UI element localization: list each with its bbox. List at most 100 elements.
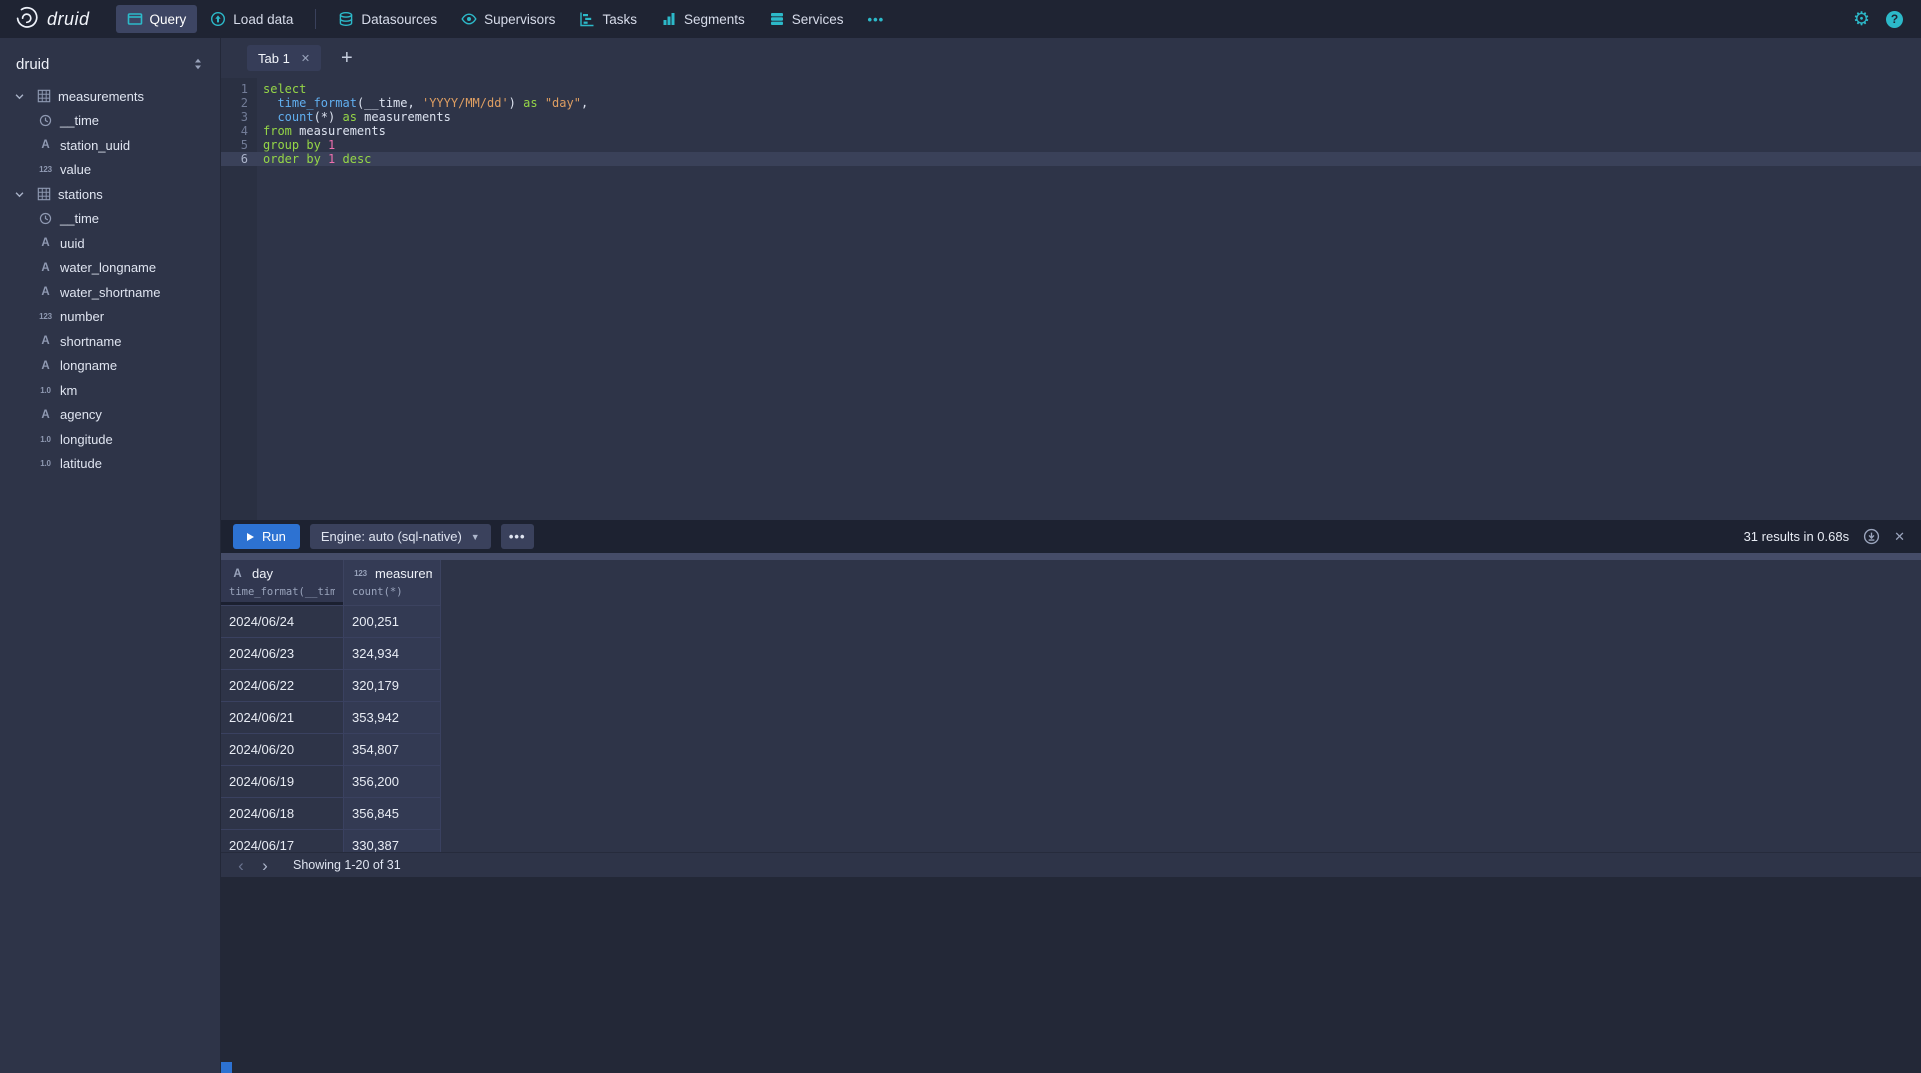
sidebar-header: druid	[0, 50, 220, 78]
cell-measurements[interactable]: 320,179	[344, 670, 441, 702]
tab-close-icon[interactable]: ✕	[301, 52, 310, 65]
run-button[interactable]: Run	[233, 524, 300, 549]
column-expression: time_format(__time, …	[229, 586, 335, 598]
cell-measurements[interactable]: 330,387	[344, 830, 441, 852]
engine-select[interactable]: Engine: auto (sql-native) ▼	[310, 524, 491, 549]
number-type-icon: 123	[37, 312, 54, 321]
cell-day[interactable]: 2024/06/18	[221, 798, 344, 830]
nav-item-tasks[interactable]: Tasks	[568, 5, 648, 33]
tree-column-latitude[interactable]: 1.0latitude	[0, 452, 220, 477]
tree-column-water-shortname[interactable]: Awater_shortname	[0, 280, 220, 305]
string-type-icon: A	[37, 262, 54, 274]
query-more-button[interactable]: •••	[501, 524, 534, 549]
chevron-down-icon	[14, 91, 29, 102]
download-icon[interactable]	[1863, 528, 1880, 545]
tab-label: Tab 1	[258, 51, 290, 66]
line-number: 4	[221, 124, 257, 138]
cell-day[interactable]: 2024/06/24	[221, 606, 344, 638]
pagination-bar: ‹ › Showing 1-20 of 31	[221, 852, 1921, 877]
tree-column-label: station_uuid	[60, 138, 130, 153]
nav-item-datasources[interactable]: Datasources	[327, 5, 448, 33]
cell-day[interactable]: 2024/06/21	[221, 702, 344, 734]
tree-table-label: measurements	[58, 89, 144, 104]
schema-title: druid	[16, 56, 49, 73]
cell-day[interactable]: 2024/06/20	[221, 734, 344, 766]
double-caret-vertical-icon[interactable]	[192, 57, 204, 71]
tree-column-station-uuid[interactable]: Astation_uuid	[0, 133, 220, 158]
cell-measurements[interactable]: 356,200	[344, 766, 441, 798]
tree-column-agency[interactable]: Aagency	[0, 403, 220, 428]
column-name: measurem...	[375, 566, 432, 581]
nav-item-services[interactable]: Services	[758, 5, 855, 33]
tree-column--time[interactable]: __time	[0, 109, 220, 134]
line-number: 5	[221, 138, 257, 152]
nav-more-button[interactable]: •••	[857, 5, 896, 33]
tree-column--time[interactable]: __time	[0, 207, 220, 232]
run-bar-right: 31 results in 0.68s ✕	[1744, 528, 1909, 545]
nav-item-label: Supervisors	[484, 12, 555, 27]
tree-column-label: water_longname	[60, 260, 156, 275]
string-type-icon: A	[37, 286, 54, 298]
nav-item-supervisors[interactable]: Supervisors	[450, 5, 566, 33]
nav-item-load-data[interactable]: Load data	[199, 5, 304, 33]
results-header: Adaytime_format(__time, …123measurem...c…	[221, 560, 1921, 606]
tree-column-km[interactable]: 1.0km	[0, 378, 220, 403]
tree-column-label: longitude	[60, 432, 113, 447]
results-body: 2024/06/24200,2512024/06/23324,9342024/0…	[221, 606, 1921, 852]
table-row: 2024/06/20354,807	[221, 734, 1921, 766]
cell-day[interactable]: 2024/06/23	[221, 638, 344, 670]
tree-column-label: shortname	[60, 334, 121, 349]
cell-measurements[interactable]: 356,845	[344, 798, 441, 830]
tree-column-label: __time	[60, 211, 99, 226]
cell-measurements[interactable]: 324,934	[344, 638, 441, 670]
page-prev-button[interactable]: ‹	[229, 857, 253, 874]
tree-column-number[interactable]: 123number	[0, 305, 220, 330]
column-header-day[interactable]: Adaytime_format(__time, …	[221, 560, 344, 606]
tree-column-value[interactable]: 123value	[0, 158, 220, 183]
cell-measurements[interactable]: 200,251	[344, 606, 441, 638]
help-icon[interactable]: ?	[1886, 11, 1903, 28]
tree-table-measurements[interactable]: measurements	[0, 84, 220, 109]
sql-editor[interactable]: 123456 select time_format(__time, 'YYYY/…	[221, 78, 1921, 520]
code-line-4: from measurements	[257, 124, 1921, 138]
tree-column-longname[interactable]: Alongname	[0, 354, 220, 379]
nav-item-label: Services	[792, 12, 844, 27]
tab-1[interactable]: Tab 1 ✕	[247, 45, 321, 71]
close-results-icon[interactable]: ✕	[1894, 529, 1905, 545]
cell-measurements[interactable]: 353,942	[344, 702, 441, 734]
settings-gear-icon[interactable]: ⚙	[1853, 10, 1870, 29]
tree-table-label: stations	[58, 187, 103, 202]
tree-column-uuid[interactable]: Auuid	[0, 231, 220, 256]
tree-column-water-longname[interactable]: Awater_longname	[0, 256, 220, 281]
string-type-icon: A	[37, 237, 54, 249]
cell-day[interactable]: 2024/06/17	[221, 830, 344, 852]
tree-column-longitude[interactable]: 1.0longitude	[0, 427, 220, 452]
tree-column-label: value	[60, 162, 91, 177]
code-line-2: time_format(__time, 'YYYY/MM/dd') as "da…	[257, 96, 1921, 110]
tree-column-shortname[interactable]: Ashortname	[0, 329, 220, 354]
editor-code[interactable]: select time_format(__time, 'YYYY/MM/dd')…	[257, 78, 1921, 520]
nav-item-segments[interactable]: Segments	[650, 5, 756, 33]
nav-item-query[interactable]: Query	[116, 5, 198, 33]
add-tab-button[interactable]: +	[337, 47, 357, 70]
nav-divider	[315, 9, 316, 29]
table-row: 2024/06/17330,387	[221, 830, 1921, 852]
chevron-down-icon	[14, 189, 29, 200]
tasks-icon	[579, 11, 595, 27]
string-type-icon: A	[37, 409, 54, 421]
float-type-icon: 1.0	[37, 459, 54, 468]
druid-brand[interactable]: druid	[14, 6, 90, 33]
cell-day[interactable]: 2024/06/22	[221, 670, 344, 702]
editor-gutter: 123456	[221, 78, 257, 520]
table-row: 2024/06/22320,179	[221, 670, 1921, 702]
cell-measurements[interactable]: 354,807	[344, 734, 441, 766]
nav-item-label: Segments	[684, 12, 745, 27]
panel-resize-handle[interactable]	[221, 553, 1921, 560]
column-header-measurem-[interactable]: 123measurem...count(*)	[344, 560, 441, 606]
cell-day[interactable]: 2024/06/19	[221, 766, 344, 798]
tree-table-stations[interactable]: stations	[0, 182, 220, 207]
page-next-button[interactable]: ›	[253, 857, 277, 874]
top-navbar: druid QueryLoad data Datasources Superviso…	[0, 0, 1921, 38]
clock-icon	[37, 212, 54, 225]
pagination-label: Showing 1-20 of 31	[293, 858, 401, 872]
